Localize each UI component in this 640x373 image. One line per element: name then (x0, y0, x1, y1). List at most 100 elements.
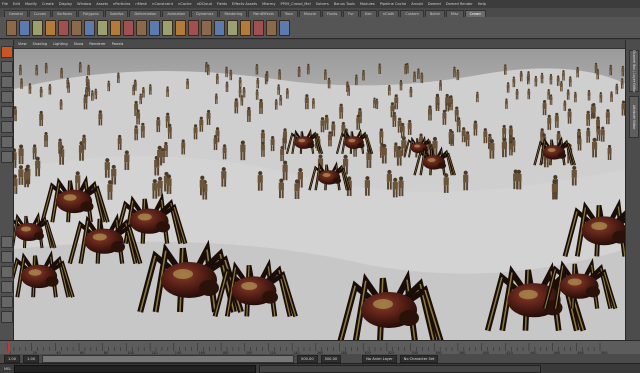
shelf-tool-icon[interactable] (253, 19, 264, 36)
time-slider-ticks: 1 20 40 60 80 100 120 140 160 180 200 220 240 260 280 3… (7, 342, 607, 355)
lasso-icon[interactable] (0, 61, 13, 73)
menu-assets[interactable]: Assets (96, 2, 108, 6)
shelf-tab-polygons[interactable]: Polygons (78, 10, 104, 17)
shelf-tab-toon[interactable]: Toon (279, 10, 298, 17)
menu-domed-render[interactable]: Domed Render (446, 2, 473, 6)
layout-render-icon[interactable] (0, 311, 13, 323)
shelf-tab-animation[interactable]: Animation (162, 10, 191, 17)
shelf-tool-icon[interactable] (71, 19, 82, 36)
shelf-tab-surfaces[interactable]: Surfaces (51, 10, 78, 17)
panel-menu-panels[interactable]: Panels (112, 42, 124, 46)
shelf-tool-icon[interactable] (279, 19, 290, 36)
menu-miarmy[interactable]: Miarmy (262, 2, 275, 6)
range-start-inner-field[interactable]: 1.00 (23, 354, 40, 363)
shelf-tool-icon[interactable] (136, 19, 147, 36)
menu-nmesh[interactable]: nMesh (135, 2, 147, 6)
shelf-tool-icon[interactable] (97, 19, 108, 36)
shelf-tab-curves[interactable]: Curves (28, 10, 51, 17)
shelf-tab-subdivs[interactable]: Subdivs (104, 10, 129, 17)
range-slider[interactable] (42, 354, 295, 363)
menu-nparticles[interactable]: nParticles (113, 2, 130, 6)
shelf-tool-icon[interactable] (149, 19, 160, 36)
shelf-tool-icon[interactable] (58, 19, 69, 36)
shelf-tab-bullet[interactable]: Bullet (424, 10, 445, 17)
menu-modules[interactable]: Modules (360, 2, 375, 6)
layout-graph-icon[interactable] (0, 281, 13, 293)
command-input[interactable] (14, 364, 257, 373)
shelf-tool-icon[interactable] (227, 19, 238, 36)
shelf-tab-dynamics[interactable]: Dynamics (191, 10, 219, 17)
layout-outliner-icon[interactable] (0, 266, 13, 278)
arrow-select-icon[interactable] (0, 46, 13, 58)
shelf-tool-icon[interactable] (6, 19, 17, 36)
shelf-tab-hair[interactable]: Hair (359, 10, 377, 17)
show-manip-icon[interactable] (0, 151, 13, 163)
layout-hypershade-icon[interactable] (0, 296, 13, 308)
shelf-tool-icon[interactable] (110, 19, 121, 36)
shelf-tool-icon[interactable] (188, 19, 199, 36)
shelf-tool-icon[interactable] (214, 19, 225, 36)
move-icon[interactable] (0, 76, 13, 88)
menu-ncache[interactable]: nCache (178, 2, 191, 6)
menu-bonus-tools[interactable]: Bonus Tools (334, 2, 355, 6)
shelf-tab-painteffects[interactable]: PaintEffects (248, 10, 279, 17)
menu-window[interactable]: Window (77, 2, 91, 6)
menu-modify[interactable]: Modify (25, 2, 37, 6)
menu-domed[interactable]: Domed (428, 2, 441, 6)
menu-solvers[interactable]: Solvers (316, 2, 329, 6)
menu-nconstraint[interactable]: nConstraint (152, 2, 173, 6)
shelf-tab-fluids[interactable]: Fluids (322, 10, 343, 17)
tab-attribute-editor[interactable]: Attribute Editor (629, 96, 639, 138)
shelf-tab-custom[interactable]: Custom (400, 10, 424, 17)
panel-menu-lighting[interactable]: Lighting (53, 42, 68, 46)
shelf-tab-fur[interactable]: Fur (343, 10, 359, 17)
tab-channel-box[interactable]: Channel Box / Layer Editor (629, 50, 639, 92)
range-end-field[interactable]: 500.00 (320, 354, 342, 363)
menu-ndcloud[interactable]: nDCloud (197, 2, 212, 6)
shelf-tool-icon[interactable] (201, 19, 212, 36)
menu-pipeline-cache[interactable]: Pipeline Cache (380, 2, 406, 6)
menu-edit[interactable]: Edit (13, 2, 20, 6)
panel-menu-show[interactable]: Show (74, 42, 84, 46)
shelf-tab-ncloth[interactable]: nCloth (377, 10, 400, 17)
shelf-tool-icon[interactable] (19, 19, 30, 36)
character-set-dropdown[interactable]: No Character Set (399, 354, 439, 363)
layout-single-icon[interactable] (0, 236, 13, 248)
shelf-tool-icon[interactable] (45, 19, 56, 36)
panel-menu-view[interactable]: View (18, 42, 27, 46)
shelf-tab-general[interactable]: General (4, 10, 28, 17)
universal-manip-icon[interactable] (0, 121, 13, 133)
layout-four-icon[interactable] (0, 251, 13, 263)
viewport-3d[interactable] (14, 49, 626, 340)
menu-pp09-crowd-mel[interactable]: PP09_Crowd_Mel (280, 2, 310, 6)
anim-layer-dropdown[interactable]: No Anim Layer (362, 354, 397, 363)
time-slider[interactable]: 1 20 40 60 80 100 120 140 160 180 200 220 240 260 280 3… (0, 340, 640, 355)
shelf-tab-misc[interactable]: Misc (445, 10, 464, 17)
shelf-tool-icon[interactable] (32, 19, 43, 36)
shelf-tab-crowd[interactable]: Crowd (464, 10, 486, 17)
shelf-tool-icon[interactable] (266, 19, 277, 36)
soft-mod-icon[interactable] (0, 136, 13, 148)
shelf-tool-icon[interactable] (175, 19, 186, 36)
command-language-label[interactable]: MEL (4, 367, 11, 371)
menu-help[interactable]: Help (478, 2, 486, 6)
shelf-tab-deformation[interactable]: Deformation (129, 10, 162, 17)
shelf-tool-icon[interactable] (84, 19, 95, 36)
panel-menu-renderer[interactable]: Renderer (89, 42, 105, 46)
shelf-tool-icon[interactable] (123, 19, 134, 36)
shelf-tab-muscle[interactable]: Muscle (298, 10, 322, 17)
menu-create[interactable]: Create (42, 2, 54, 6)
menu-display[interactable]: Display (59, 2, 72, 6)
menu-arnold[interactable]: Arnold (411, 2, 423, 6)
menu-effects-assets[interactable]: Effects Assets (232, 2, 257, 6)
scale-icon[interactable] (0, 106, 13, 118)
shelf-tool-icon[interactable] (162, 19, 173, 36)
menu-file[interactable]: File (2, 2, 8, 6)
range-start-field[interactable]: 1.00 (4, 354, 21, 363)
panel-menu-shading[interactable]: Shading (33, 42, 48, 46)
rotate-icon[interactable] (0, 91, 13, 103)
shelf-tab-rendering[interactable]: Rendering (219, 10, 248, 17)
shelf-tool-icon[interactable] (240, 19, 251, 36)
range-end-inner-field[interactable]: 500.00 (297, 354, 318, 363)
menu-fields[interactable]: Fields (217, 2, 227, 6)
